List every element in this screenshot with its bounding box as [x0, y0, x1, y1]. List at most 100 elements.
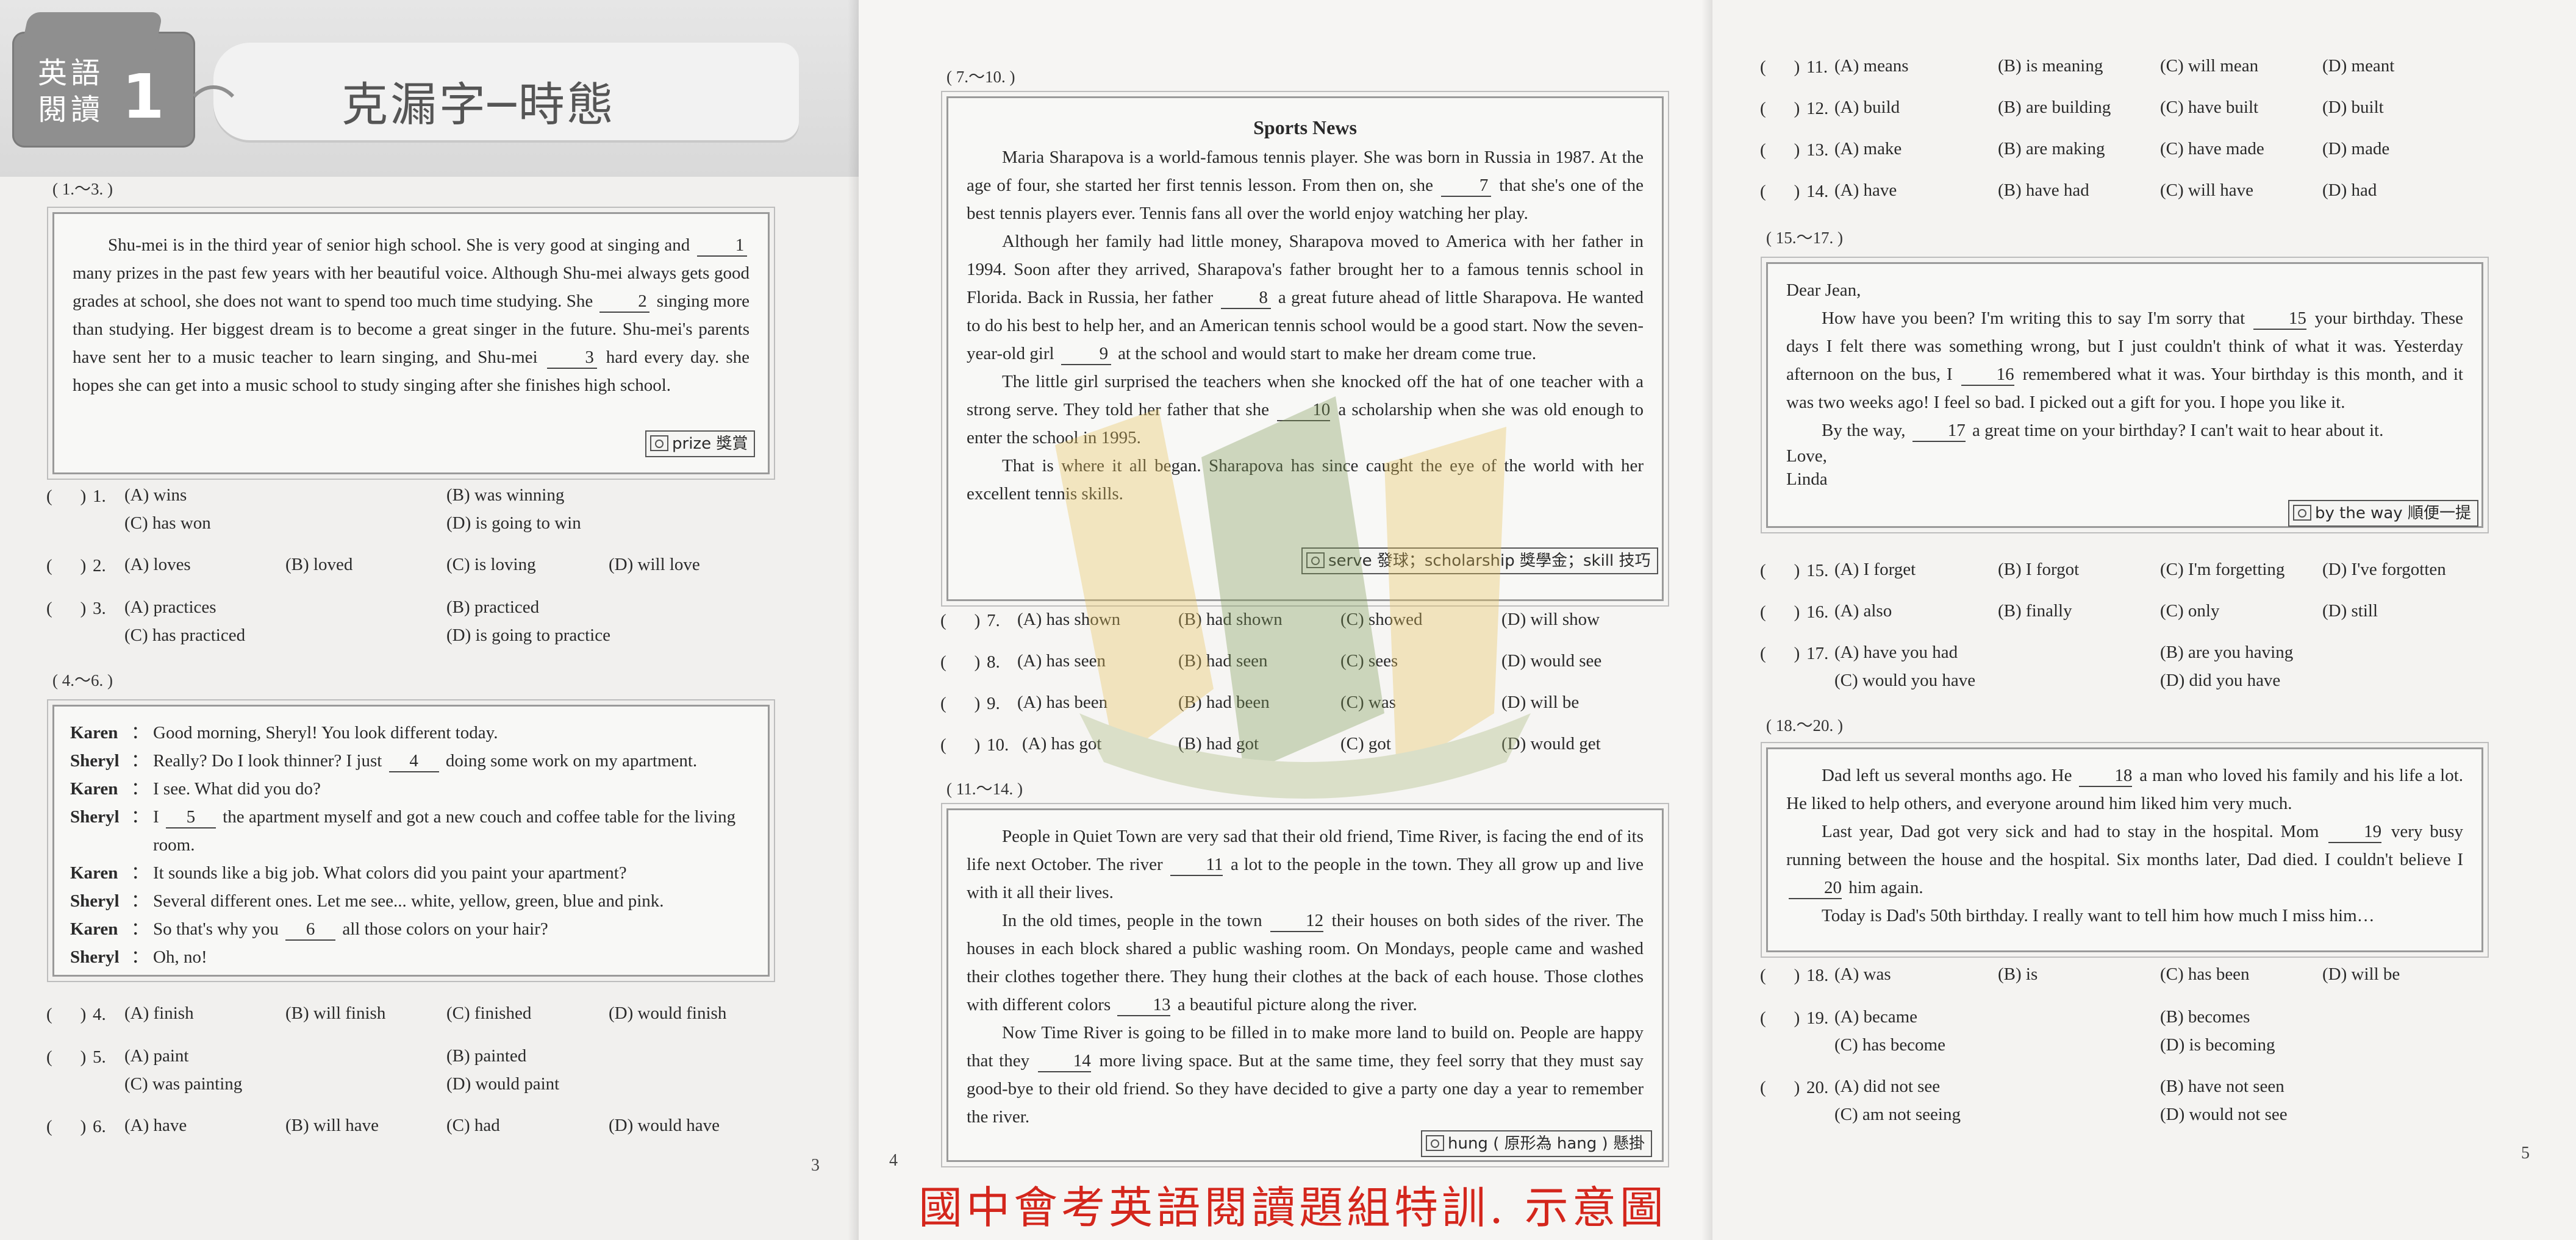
q2-option-d[interactable]: (D) will love: [609, 555, 700, 575]
q18-option-c[interactable]: (C) has been: [2160, 964, 2250, 985]
q15-option-b[interactable]: (B) I forgot: [1998, 560, 2079, 580]
q10-option-b[interactable]: (B) had got: [1178, 734, 1259, 754]
answer-paren-12[interactable]: (): [1760, 95, 1806, 122]
q1-option-a[interactable]: (A) wins: [124, 485, 187, 505]
q8-option-d[interactable]: (D) would see: [1501, 651, 1601, 671]
q12-option-b[interactable]: (B) are building: [1998, 98, 2111, 118]
answer-paren-17[interactable]: (): [1760, 640, 1806, 667]
q16-option-d[interactable]: (D) still: [2322, 601, 2378, 621]
q2-option-b[interactable]: (B) loved: [285, 555, 352, 575]
q2-option-c[interactable]: (C) is loving: [446, 555, 536, 575]
q7-option-a[interactable]: (A) has shown: [1017, 610, 1120, 630]
q2-option-a[interactable]: (A) loves: [124, 555, 191, 575]
q14-option-a[interactable]: (A) have: [1834, 180, 1897, 201]
answer-paren-14[interactable]: (): [1760, 178, 1806, 205]
q19-option-c[interactable]: (C) has become: [1834, 1035, 1945, 1055]
answer-paren-10[interactable]: (): [940, 732, 987, 758]
q4-option-c[interactable]: (C) finished: [446, 1003, 531, 1024]
answer-paren-4[interactable]: (): [46, 1001, 93, 1028]
q9-option-d[interactable]: (D) will be: [1501, 693, 1579, 713]
q10-option-a[interactable]: (A) has got: [1022, 734, 1101, 754]
answer-paren-7[interactable]: (): [940, 607, 987, 634]
q5-option-b[interactable]: (B) painted: [446, 1046, 526, 1066]
q11-option-c[interactable]: (C) will mean: [2160, 56, 2258, 76]
q3-option-b[interactable]: (B) practiced: [446, 597, 539, 618]
q8-option-a[interactable]: (A) has seen: [1017, 651, 1106, 671]
q11-option-a[interactable]: (A) means: [1834, 56, 1909, 76]
q15-option-c[interactable]: (C) I'm forgetting: [2160, 560, 2284, 580]
q16-option-c[interactable]: (C) only: [2160, 601, 2219, 621]
q20-option-d[interactable]: (D) would not see: [2160, 1105, 2288, 1125]
q15-option-a[interactable]: (A) I forget: [1834, 560, 1916, 580]
q17-option-b[interactable]: (B) are you having: [2160, 643, 2293, 663]
q9-option-a[interactable]: (A) has been: [1017, 693, 1107, 713]
answer-paren-9[interactable]: (): [940, 690, 987, 717]
q1-option-d[interactable]: (D) is going to win: [446, 513, 581, 533]
q6-option-b[interactable]: (B) will have: [285, 1116, 379, 1136]
q14-option-c[interactable]: (C) will have: [2160, 180, 2253, 201]
answer-paren-11[interactable]: (): [1760, 54, 1806, 80]
q19-option-b[interactable]: (B) becomes: [2160, 1007, 2250, 1027]
q9-option-b[interactable]: (B) had been: [1178, 693, 1270, 713]
q12-option-a[interactable]: (A) build: [1834, 98, 1900, 118]
answer-paren-3[interactable]: (): [46, 595, 93, 622]
q20-option-b[interactable]: (B) have not seen: [2160, 1077, 2284, 1097]
q12-option-c[interactable]: (C) have built: [2160, 98, 2258, 118]
q19-option-a[interactable]: (A) became: [1834, 1007, 1917, 1027]
answer-paren-8[interactable]: (): [940, 649, 987, 675]
q18-option-d[interactable]: (D) will be: [2322, 964, 2400, 985]
q5-option-c[interactable]: (C) was painting: [124, 1074, 242, 1094]
q16-option-b[interactable]: (B) finally: [1998, 601, 2072, 621]
q13-option-a[interactable]: (A) make: [1834, 139, 1902, 159]
q3-option-a[interactable]: (A) practices: [124, 597, 216, 618]
q5-option-a[interactable]: (A) paint: [124, 1046, 189, 1066]
q12-option-d[interactable]: (D) built: [2322, 98, 2384, 118]
q16-option-a[interactable]: (A) also: [1834, 601, 1892, 621]
q7-option-c[interactable]: (C) showed: [1340, 610, 1423, 630]
q7-option-d[interactable]: (D) will show: [1501, 610, 1600, 630]
q13-option-b[interactable]: (B) are making: [1998, 139, 2105, 159]
q1-option-c[interactable]: (C) has won: [124, 513, 211, 533]
q6-option-c[interactable]: (C) had: [446, 1116, 500, 1136]
q11-option-d[interactable]: (D) meant: [2322, 56, 2394, 76]
answer-paren-16[interactable]: (): [1760, 599, 1806, 625]
q14-option-b[interactable]: (B) have had: [1998, 180, 2089, 201]
q17-option-a[interactable]: (A) have you had: [1834, 643, 1958, 663]
q19-option-d[interactable]: (D) is becoming: [2160, 1035, 2275, 1055]
q1-option-b[interactable]: (B) was winning: [446, 485, 564, 505]
answer-paren-2[interactable]: (): [46, 552, 93, 579]
q3-option-d[interactable]: (D) is going to practice: [446, 625, 610, 646]
q13-option-d[interactable]: (D) made: [2322, 139, 2389, 159]
answer-paren-5[interactable]: (): [46, 1044, 93, 1071]
q4-option-d[interactable]: (D) would finish: [609, 1003, 726, 1024]
q20-option-c[interactable]: (C) am not seeing: [1834, 1105, 1961, 1125]
q5-option-d[interactable]: (D) would paint: [446, 1074, 559, 1094]
q6-option-a[interactable]: (A) have: [124, 1116, 187, 1136]
q8-option-c[interactable]: (C) sees: [1340, 651, 1398, 671]
answer-paren-6[interactable]: (): [46, 1113, 93, 1140]
answer-paren-19[interactable]: (): [1760, 1005, 1806, 1032]
answer-paren-15[interactable]: (): [1760, 557, 1806, 584]
q18-option-b[interactable]: (B) is: [1998, 964, 2038, 985]
answer-paren-13[interactable]: (): [1760, 137, 1806, 163]
q8-option-b[interactable]: (B) had seen: [1178, 651, 1268, 671]
q10-option-d[interactable]: (D) would get: [1501, 734, 1601, 754]
q18-option-a[interactable]: (A) was: [1834, 964, 1891, 985]
q17-option-d[interactable]: (D) did you have: [2160, 671, 2280, 691]
q15-option-d[interactable]: (D) I've forgotten: [2322, 560, 2446, 580]
q4-option-b[interactable]: (B) will finish: [285, 1003, 385, 1024]
answer-paren-1[interactable]: (): [46, 483, 93, 510]
q20-option-a[interactable]: (A) did not see: [1834, 1077, 1940, 1097]
q9-option-c[interactable]: (C) was: [1340, 693, 1396, 713]
q3-option-c[interactable]: (C) has practiced: [124, 625, 245, 646]
q13-option-c[interactable]: (C) have made: [2160, 139, 2264, 159]
q17-option-c[interactable]: (C) would you have: [1834, 671, 1975, 691]
q11-option-b[interactable]: (B) is meaning: [1998, 56, 2103, 76]
q10-option-c[interactable]: (C) got: [1340, 734, 1391, 754]
q7-option-b[interactable]: (B) had shown: [1178, 610, 1283, 630]
q14-option-d[interactable]: (D) had: [2322, 180, 2377, 201]
answer-paren-18[interactable]: (): [1760, 962, 1806, 989]
q6-option-d[interactable]: (D) would have: [609, 1116, 720, 1136]
q4-option-a[interactable]: (A) finish: [124, 1003, 194, 1024]
answer-paren-20[interactable]: (): [1760, 1074, 1806, 1101]
